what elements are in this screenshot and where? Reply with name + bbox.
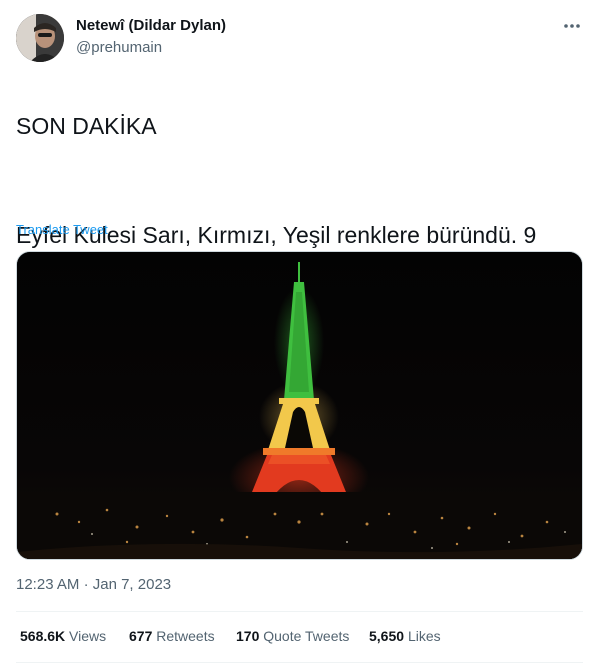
views-stat[interactable]: 568.6K Views [20,628,106,644]
likes-stat[interactable]: 5,650 Likes [369,628,441,644]
translate-tweet-link[interactable]: Translate Tweet [16,222,108,237]
tweet-time: 12:23 AM [16,576,80,593]
quotes-label: Quote Tweets [263,628,350,644]
retweets-stat[interactable]: 677 Retweets [129,628,215,644]
author-display-name[interactable]: Netewî (Dildar Dylan) [76,17,226,34]
retweets-label: Retweets [156,628,215,644]
tweet-card: Netewî (Dildar Dylan) @prehumain SON DAK… [0,0,599,667]
retweets-count: 677 [129,628,153,644]
quotes-count: 170 [236,628,260,644]
tweet-date: Jan 7, 2023 [92,576,172,593]
likes-count: 5,650 [369,628,405,644]
user-avatar[interactable] [16,14,64,62]
divider-bottom [16,662,583,663]
tweet-media-photo[interactable] [16,251,583,560]
quote-tweets-stat[interactable]: 170 Quote Tweets [236,628,349,644]
divider-top [16,611,583,612]
eiffel-tower-photo [17,252,582,559]
tweet-headline: SON DAKİKA [16,113,157,139]
views-count: 568.6K [20,628,66,644]
avatar-image [16,14,64,62]
tweet-timestamp[interactable]: 12:23 AM · Jan 7, 2023 [16,576,171,593]
author-handle[interactable]: @prehumain [76,39,162,56]
more-horizontal-icon[interactable] [560,16,584,36]
likes-label: Likes [407,628,441,644]
timestamp-separator: · [83,576,89,593]
views-label: Views [69,628,107,644]
